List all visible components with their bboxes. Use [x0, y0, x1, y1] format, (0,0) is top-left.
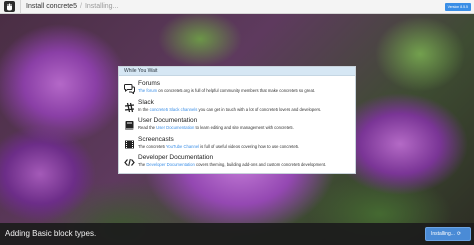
slack-link[interactable]: concrete5 Slack channels — [150, 107, 198, 112]
user-docs-link[interactable]: User Documentation — [156, 125, 194, 130]
installing-button[interactable]: Installing... ⟳ — [425, 227, 471, 241]
item-description: The forum on concrete5.org is full of he… — [138, 88, 316, 93]
installing-button-label: Installing... — [431, 231, 455, 237]
slack-icon — [124, 100, 135, 112]
panel-header: While You Wait — [119, 67, 355, 76]
page-subtitle: Installing... — [84, 3, 119, 10]
item-description: In the concrete5 Slack channels you can … — [138, 106, 322, 112]
item-title: Screencasts — [138, 135, 174, 143]
list-item-forums: Forums The forum on concrete5.org is ful… — [123, 80, 350, 99]
youtube-link[interactable]: YouTube Channel — [166, 144, 199, 149]
spinner-icon: ⟳ — [456, 231, 462, 237]
install-status-bar: Adding Basic block types. Installing... ⟳ — [0, 223, 474, 245]
item-title: Forums — [138, 80, 161, 87]
chat-bubbles-icon — [123, 81, 135, 95]
book-icon — [124, 118, 135, 130]
forum-link[interactable]: The forum — [138, 88, 157, 93]
list-item-developer-docs: Developer Documentation The Developer Do… — [124, 154, 350, 173]
page-title: Install concrete5 — [26, 3, 77, 10]
version-badge: Version 8.5.5 — [444, 3, 471, 11]
toolbar-divider — [20, 0, 21, 14]
item-title: Developer Documentation — [138, 154, 214, 161]
list-item-user-docs: User Documentation Read the User Documen… — [124, 117, 350, 136]
code-icon — [124, 155, 135, 167]
item-title: Slack — [138, 98, 154, 106]
while-you-wait-panel: While You Wait Forums The forum on concr… — [118, 66, 356, 174]
item-description: Read the User Documentation to learn edi… — [138, 125, 294, 130]
concrete5-logo-icon — [4, 1, 15, 12]
item-description: The Developer Documentation covers themi… — [138, 162, 327, 167]
developer-docs-link[interactable]: Developer Documentation — [146, 162, 194, 167]
item-title: User Documentation — [138, 117, 198, 124]
top-toolbar: Install concrete5 / Installing... Versio… — [0, 0, 474, 14]
video-icon — [124, 137, 135, 148]
install-status-text: Adding Basic block types. — [5, 229, 97, 238]
list-item-screencasts: Screencasts The concrete5 YouTube Channe… — [124, 136, 350, 155]
item-description: The concrete5 YouTube Channel is full of… — [138, 143, 300, 149]
breadcrumb-separator: / — [79, 3, 82, 10]
list-item-slack: Slack In the concrete5 Slack channels yo… — [124, 99, 350, 118]
